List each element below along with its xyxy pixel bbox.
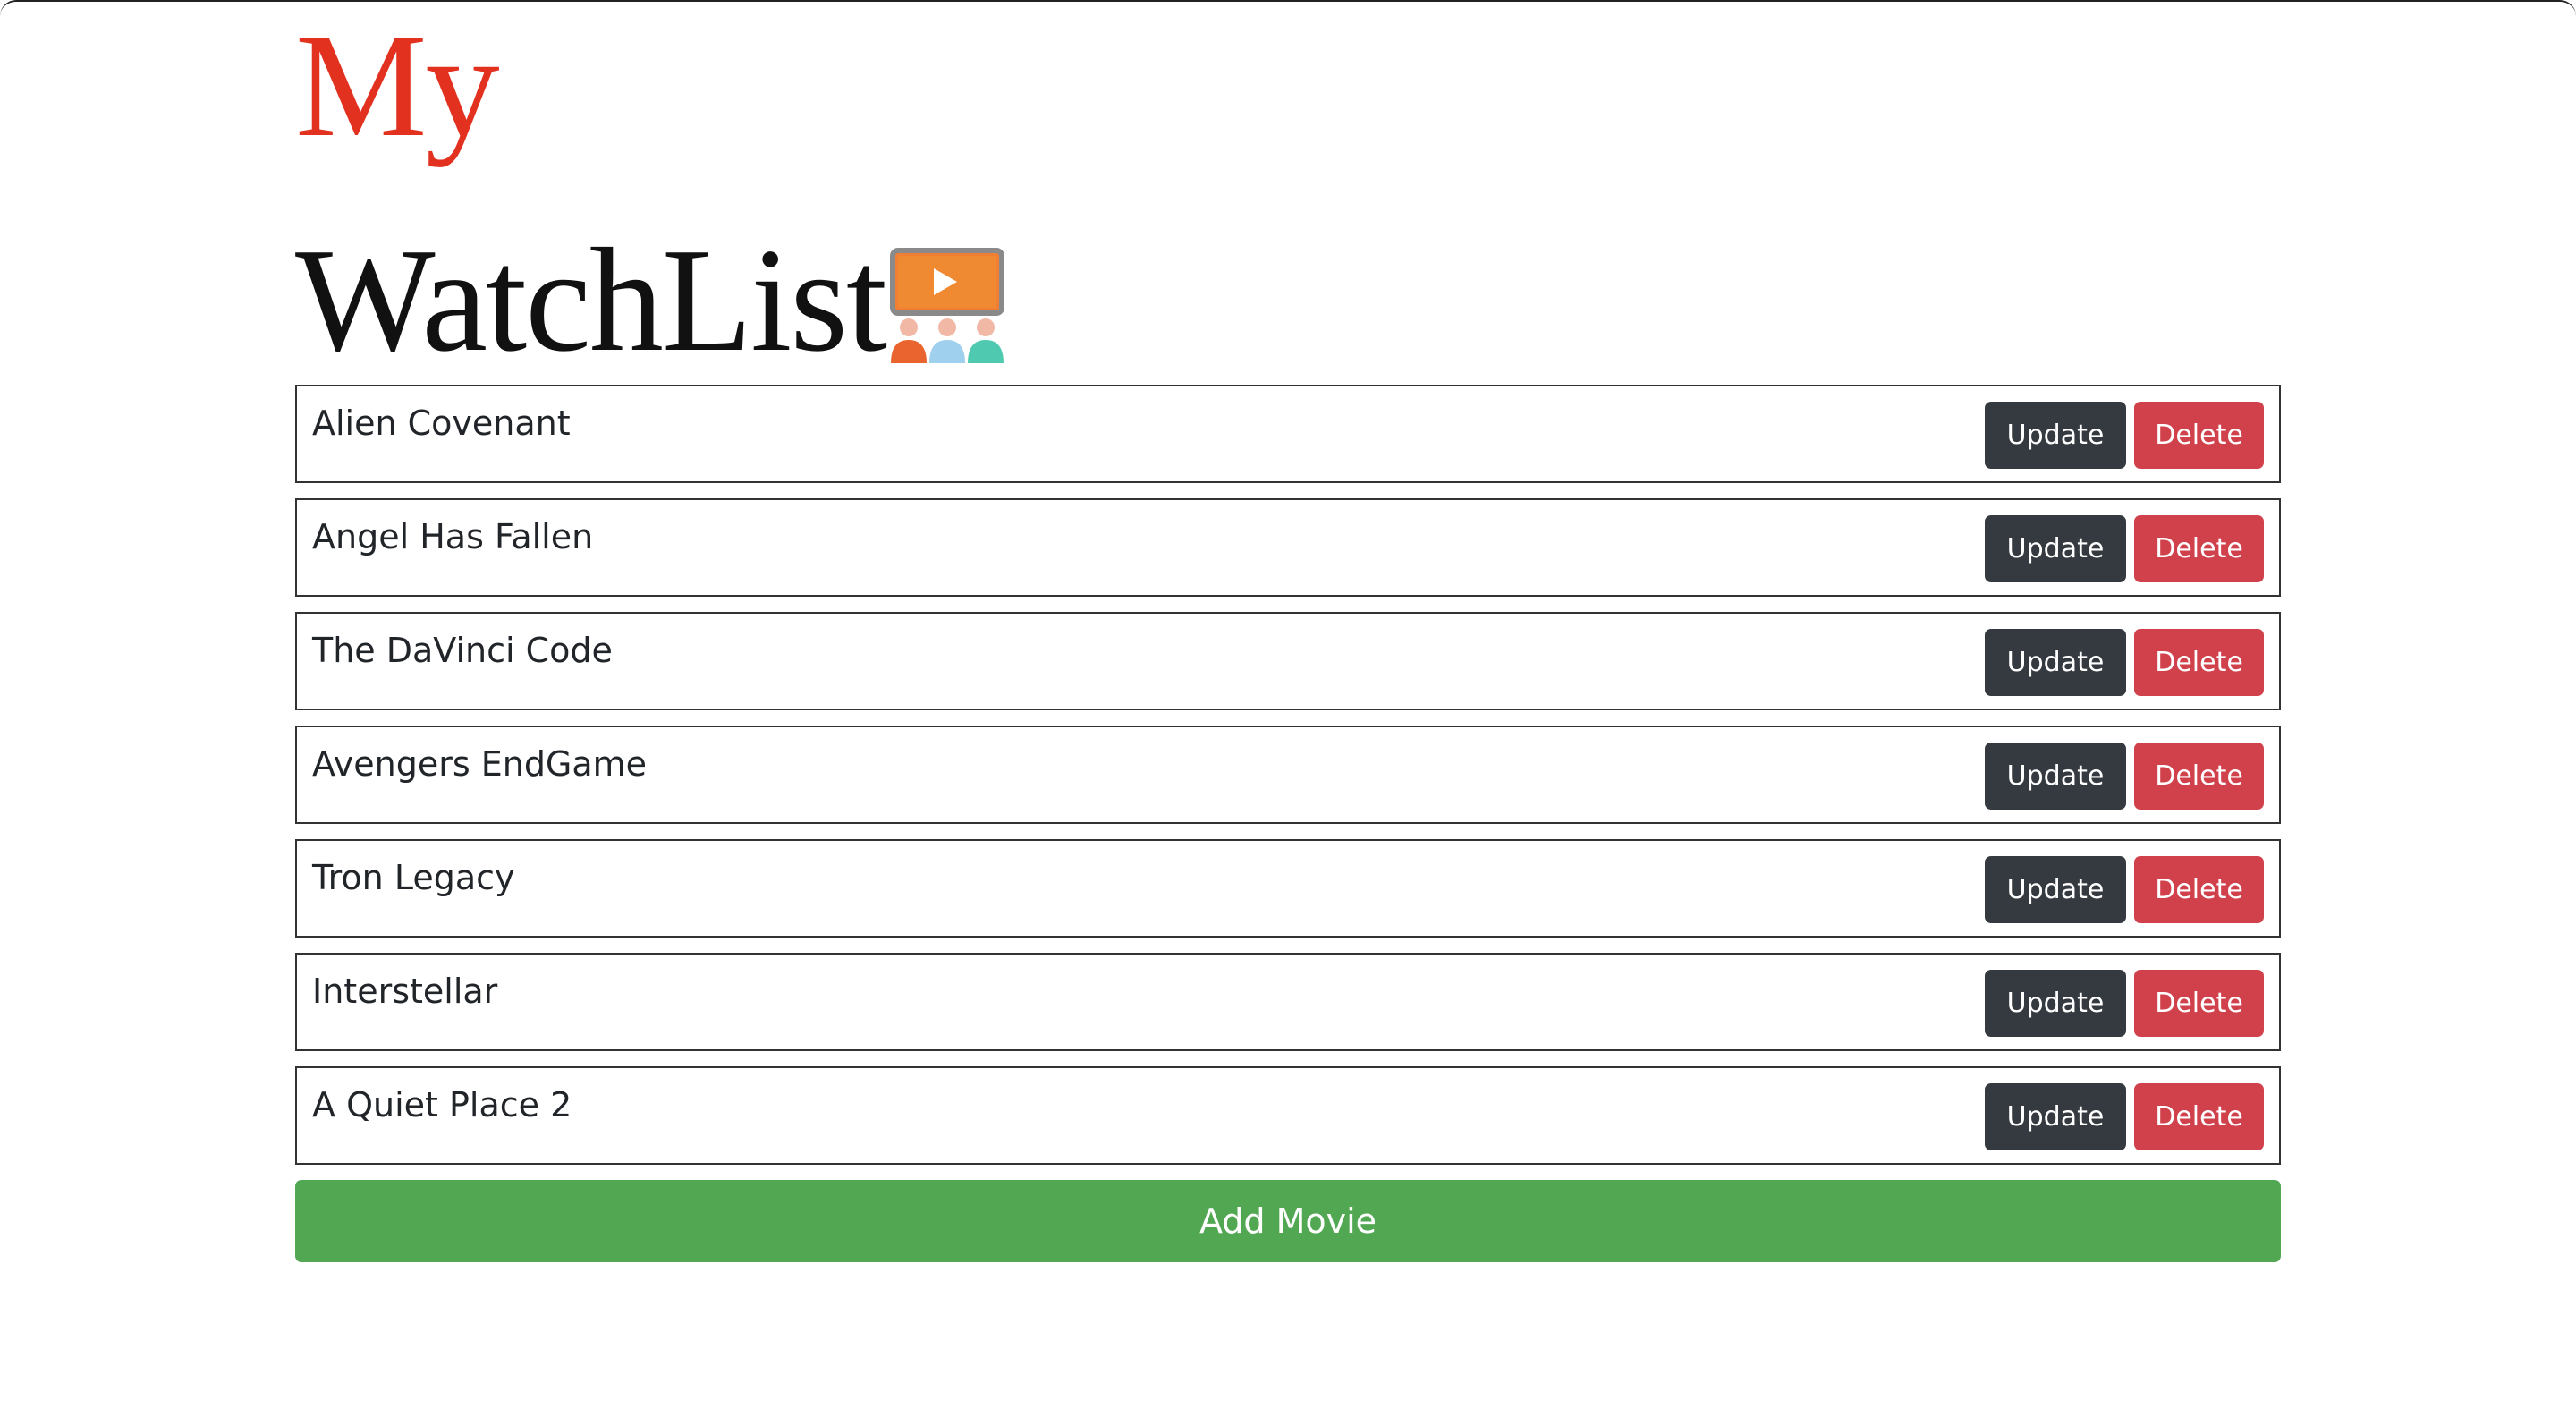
movie-title: Avengers EndGame <box>312 744 648 784</box>
movie-title: Angel Has Fallen <box>312 517 594 556</box>
update-button[interactable]: Update <box>1985 970 2126 1037</box>
movie-list: Alien Covenant Update Delete Angel Has F… <box>295 385 2281 1165</box>
watchlist-container: My WatchList Alien Covenant Update Delet… <box>295 3 2281 1262</box>
update-button[interactable]: Update <box>1985 515 2126 582</box>
movie-actions: Update Delete <box>1985 629 2264 696</box>
movie-actions: Update Delete <box>1985 743 2264 810</box>
update-button[interactable]: Update <box>1985 402 2126 469</box>
movie-title: Alien Covenant <box>312 403 571 443</box>
delete-button[interactable]: Delete <box>2134 402 2264 469</box>
movie-row: Avengers EndGame Update Delete <box>295 726 2281 824</box>
movie-row: A Quiet Place 2 Update Delete <box>295 1066 2281 1165</box>
movie-title: Tron Legacy <box>312 858 515 897</box>
movie-title: A Quiet Place 2 <box>312 1085 572 1125</box>
delete-button[interactable]: Delete <box>2134 970 2264 1037</box>
update-button[interactable]: Update <box>1985 856 2126 923</box>
title-word-my: My <box>295 3 500 167</box>
update-button[interactable]: Update <box>1985 629 2126 696</box>
update-button[interactable]: Update <box>1985 1083 2126 1150</box>
movie-row: Tron Legacy Update Delete <box>295 839 2281 938</box>
movie-row: Alien Covenant Update Delete <box>295 385 2281 483</box>
movie-actions: Update Delete <box>1985 515 2264 582</box>
delete-button[interactable]: Delete <box>2134 856 2264 923</box>
add-movie-button[interactable]: Add Movie <box>295 1180 2281 1262</box>
page-title: My WatchList <box>295 3 2281 382</box>
delete-button[interactable]: Delete <box>2134 1083 2264 1150</box>
movie-actions: Update Delete <box>1985 402 2264 469</box>
movie-actions: Update Delete <box>1985 1083 2264 1150</box>
title-word-watchlist: WatchList <box>295 217 887 382</box>
movie-row: Angel Has Fallen Update Delete <box>295 498 2281 597</box>
delete-button[interactable]: Delete <box>2134 743 2264 810</box>
movie-actions: Update Delete <box>1985 970 2264 1037</box>
delete-button[interactable]: Delete <box>2134 629 2264 696</box>
movie-actions: Update Delete <box>1985 856 2264 923</box>
update-button[interactable]: Update <box>1985 743 2126 810</box>
title-line-watchlist: WatchList <box>295 206 2281 382</box>
movie-title: Interstellar <box>312 972 498 1011</box>
delete-button[interactable]: Delete <box>2134 515 2264 582</box>
movie-row: The DaVinci Code Update Delete <box>295 612 2281 710</box>
movie-theater-icon <box>890 248 1005 363</box>
movie-row: Interstellar Update Delete <box>295 953 2281 1051</box>
movie-title: The DaVinci Code <box>312 631 613 670</box>
